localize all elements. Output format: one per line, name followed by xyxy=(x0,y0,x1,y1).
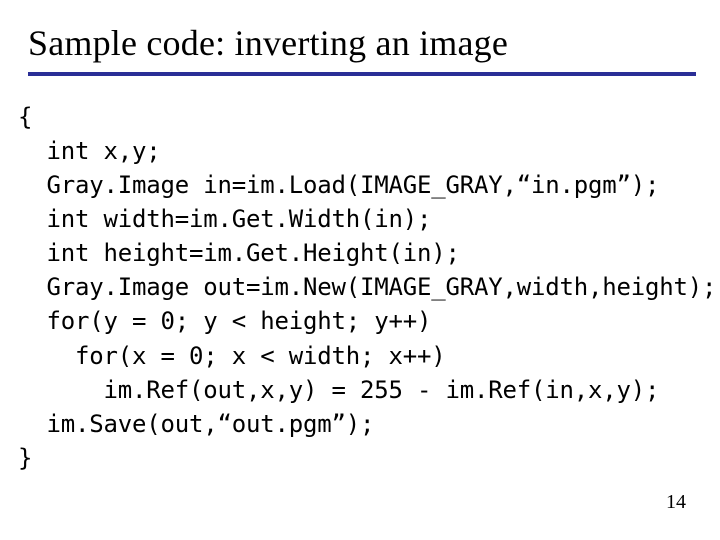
code-line: im.Ref(out,x,y) = 255 - im.Ref(in,x,y); xyxy=(18,376,659,404)
slide-title: Sample code: inverting an image xyxy=(28,22,508,64)
code-block: { int x,y; Gray.Image in=im.Load(IMAGE_G… xyxy=(18,100,716,475)
code-line: Gray.Image out=im.New(IMAGE_GRAY,width,h… xyxy=(18,273,716,301)
code-line: im.Save(out,“out.pgm”); xyxy=(18,410,374,438)
code-line: int x,y; xyxy=(18,137,161,165)
code-line: for(x = 0; x < width; x++) xyxy=(18,342,445,370)
title-underline xyxy=(28,72,696,76)
code-line: int height=im.Get.Height(in); xyxy=(18,239,460,267)
code-line: { xyxy=(18,103,32,131)
slide: Sample code: inverting an image { int x,… xyxy=(0,0,720,540)
page-number: 14 xyxy=(666,491,686,514)
code-line: } xyxy=(18,444,32,472)
code-line: int width=im.Get.Width(in); xyxy=(18,205,431,233)
code-line: Gray.Image in=im.Load(IMAGE_GRAY,“in.pgm… xyxy=(18,171,659,199)
code-line: for(y = 0; y < height; y++) xyxy=(18,307,431,335)
